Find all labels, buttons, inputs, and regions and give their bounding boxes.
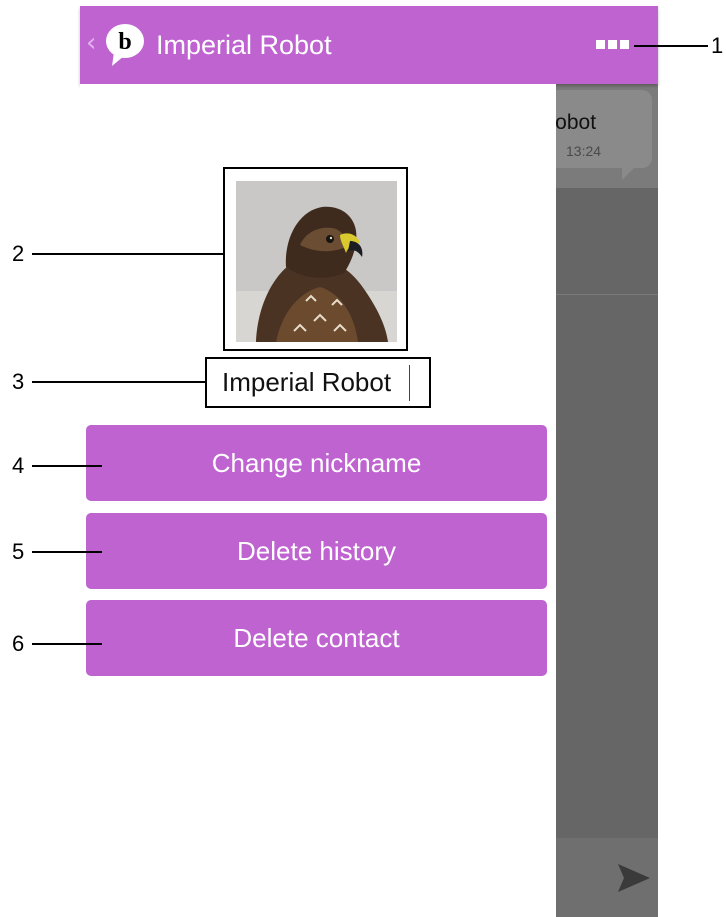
text-cursor	[409, 365, 410, 401]
callout-number-2: 2	[12, 241, 25, 266]
app-title: Imperial Robot	[156, 30, 332, 60]
chevron-left-icon[interactable]: ‹	[86, 28, 102, 58]
callout-number-3: 3	[12, 369, 25, 394]
message-text: al robot	[556, 111, 597, 134]
callout-number-5: 5	[12, 539, 25, 564]
send-icon[interactable]	[618, 864, 650, 892]
message-time: 13:24	[566, 143, 602, 159]
callout-number-6: 6	[12, 631, 25, 656]
bubble-tail	[622, 166, 636, 180]
chat-panel: al robot 13:24	[556, 84, 658, 917]
callout-number-1: 1	[711, 33, 724, 58]
message-bubble[interactable]: al robot 13:24	[556, 90, 652, 168]
callout-line-1	[634, 45, 708, 47]
avatar[interactable]	[236, 181, 397, 342]
logo-letter: b	[118, 29, 131, 55]
nickname-field[interactable]: Imperial Robot	[205, 357, 431, 408]
overflow-menu-icon[interactable]	[596, 40, 630, 50]
delete-history-button[interactable]: Delete history	[86, 513, 547, 589]
callout-line-5	[32, 551, 102, 553]
callout-number-4: 4	[12, 453, 25, 478]
app-bar: ‹ b Imperial Robot	[80, 6, 658, 84]
logo-icon: b	[106, 24, 144, 66]
divider	[556, 294, 658, 295]
callout-line-4	[32, 465, 102, 467]
chat-message-row: al robot 13:24	[556, 84, 658, 188]
delete-contact-button[interactable]: Delete contact	[86, 600, 547, 676]
callout-line-3	[32, 381, 205, 383]
callout-line-6	[32, 643, 102, 645]
callout-line-2	[32, 253, 223, 255]
chat-input-bar[interactable]	[556, 838, 658, 917]
change-nickname-button[interactable]: Change nickname	[86, 425, 547, 501]
